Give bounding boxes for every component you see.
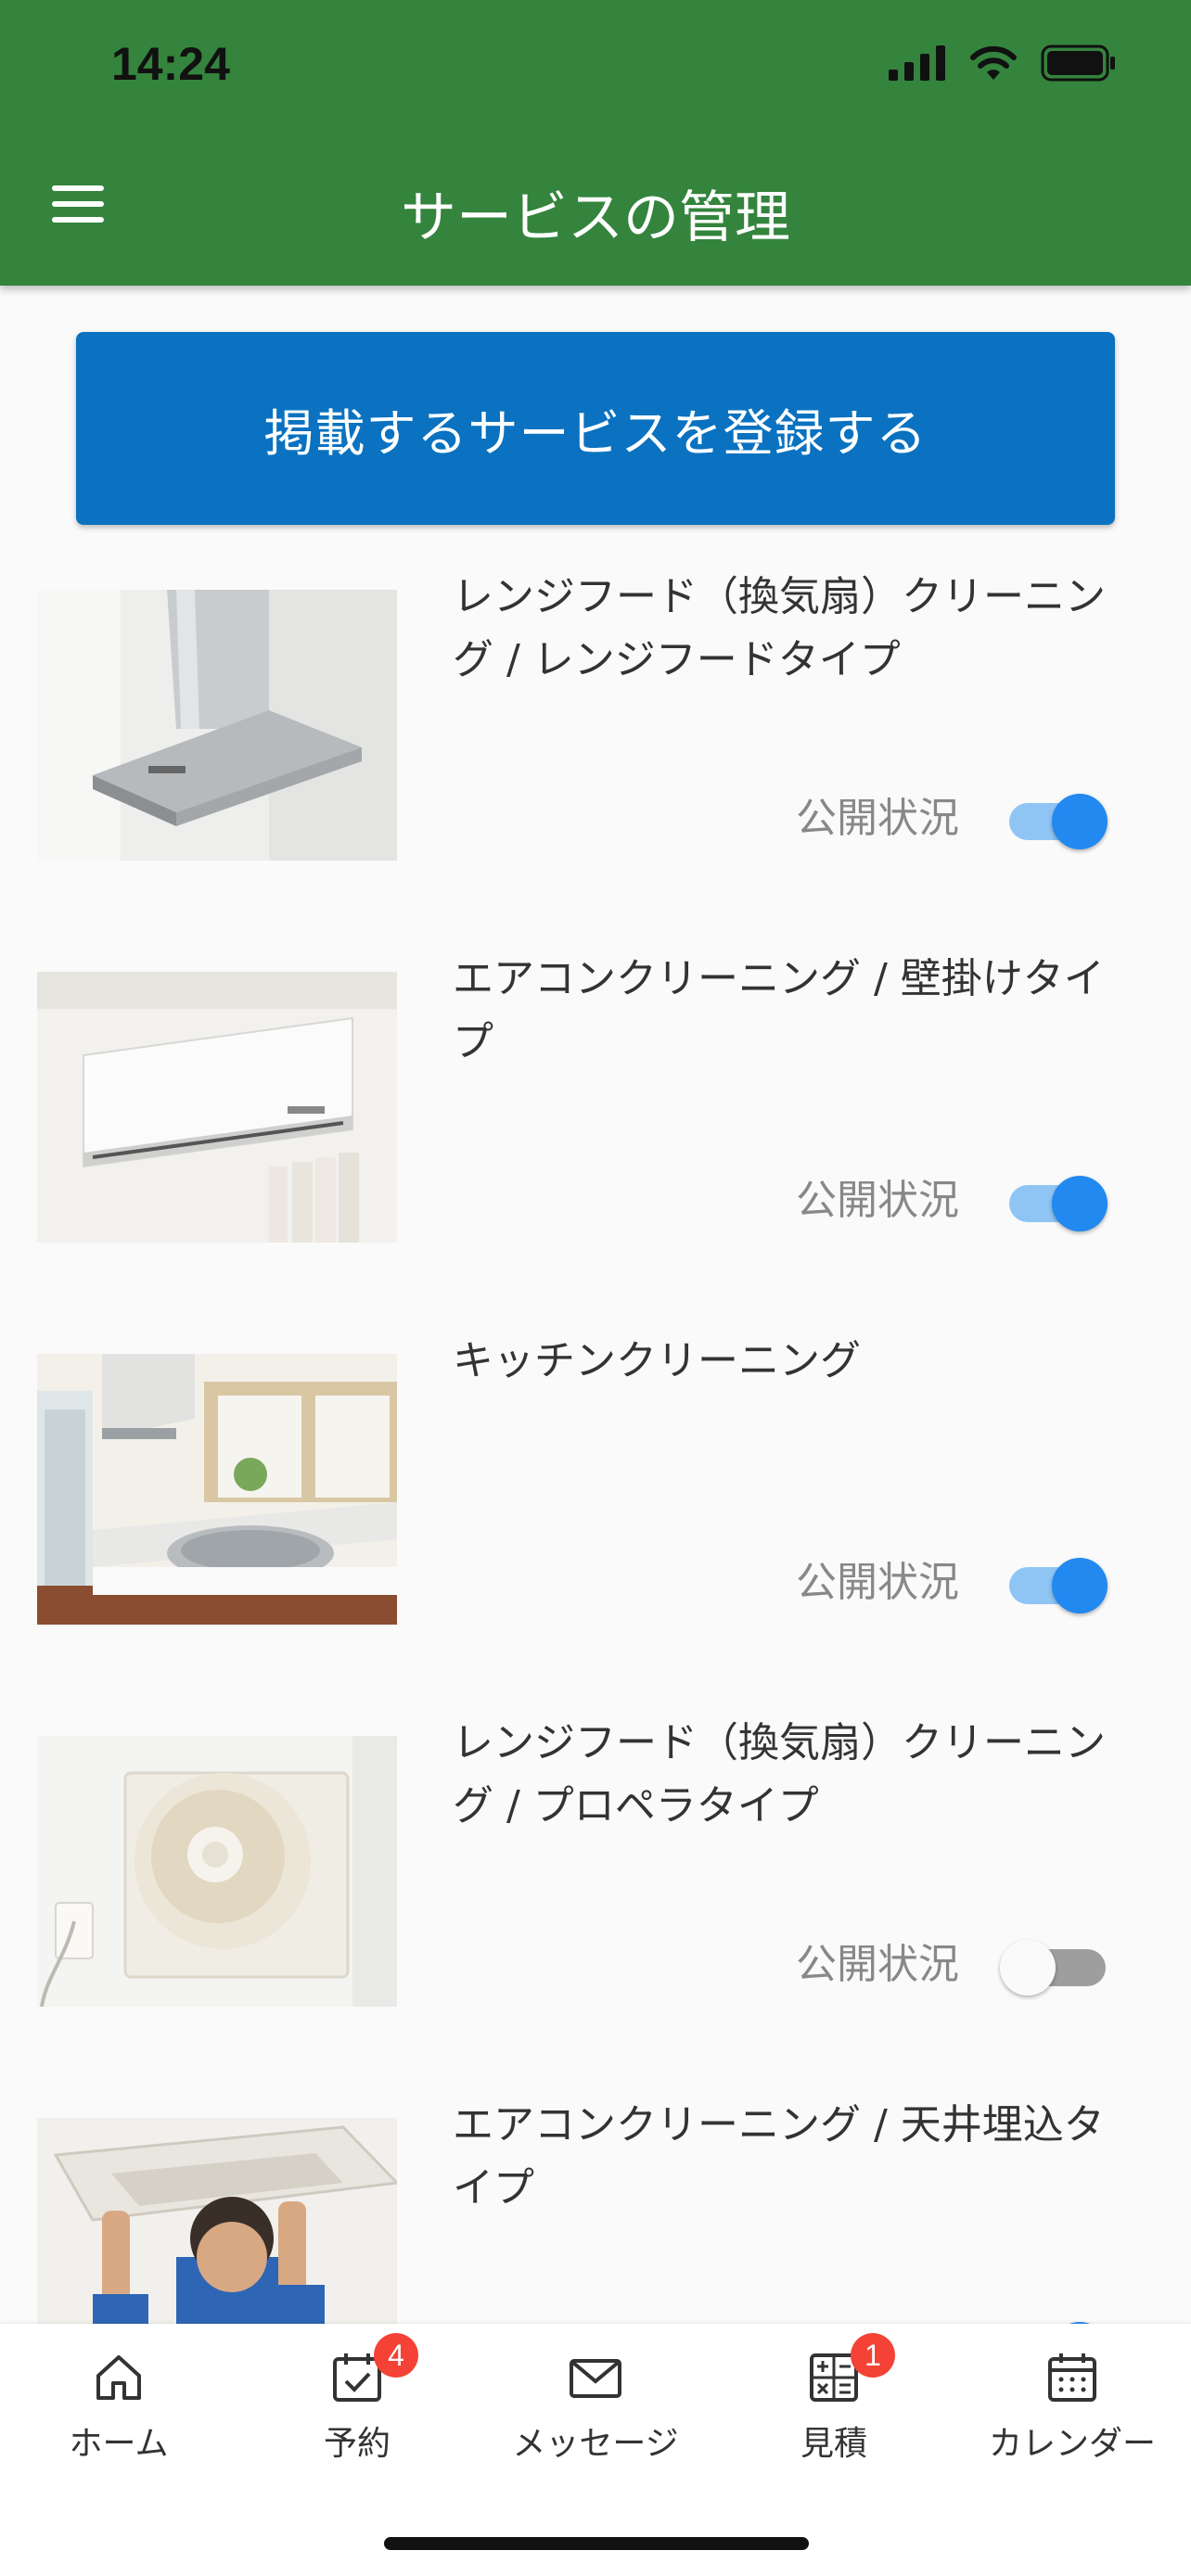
nav-estimate[interactable]: 1 見積	[715, 2324, 953, 2491]
wifi-icon	[970, 45, 1017, 80]
publish-toggle[interactable]	[1000, 1938, 1109, 1996]
service-title: レンジフード（換気扇）クリーニング / プロペラタイプ	[453, 1719, 1106, 1830]
calendar-icon	[1048, 2353, 1096, 2402]
publish-status-label: 公開状況	[796, 795, 959, 842]
publish-toggle[interactable]	[1007, 792, 1109, 849]
publish-status-label: 公開状況	[796, 1941, 959, 1988]
service-item[interactable]: キッチンクリーニング 公開状況	[0, 1337, 1191, 1736]
kitchen-image	[37, 1354, 397, 1625]
mail-icon	[570, 2359, 621, 2398]
status-icons	[889, 45, 1117, 82]
nav-label: カレンダー	[988, 2425, 1156, 2463]
nav-label: ホーム	[69, 2425, 169, 2463]
service-item[interactable]: レンジフード（換気扇）クリーニング / レンジフードタイプ 公開状況	[0, 573, 1191, 972]
publish-status-label: 公開状況	[796, 1177, 959, 1224]
service-item[interactable]: レンジフード（換気扇）クリーニング / プロペラタイプ 公開状況	[0, 1719, 1191, 2118]
app-header: 14:24 サービスの管理	[0, 0, 1191, 286]
service-title: エアコンクリーニング / 天井埋込タイプ	[453, 2101, 1105, 2212]
propeller-fan-image	[37, 1736, 397, 2007]
nav-label: 予約	[323, 2425, 391, 2463]
reservation-badge: 4	[374, 2333, 418, 2378]
service-title: エアコンクリーニング / 壁掛けタイプ	[453, 955, 1105, 1065]
home-indicator[interactable]	[384, 2537, 809, 2550]
nav-label: 見積	[800, 2425, 867, 2463]
nav-reservation[interactable]: 4 予約	[238, 2324, 476, 2491]
home-icon	[96, 2355, 141, 2400]
wall-air-conditioner-image	[37, 972, 397, 1243]
register-service-button[interactable]: 掲載するサービスを登録する	[76, 332, 1115, 525]
publish-toggle[interactable]	[1007, 1556, 1109, 1613]
nav-message[interactable]: メッセージ	[477, 2324, 714, 2491]
service-title: キッチンクリーニング	[453, 1337, 861, 1384]
page-title: サービスの管理	[401, 185, 790, 250]
service-item[interactable]: エアコンクリーニング / 壁掛けタイプ 公開状況	[0, 955, 1191, 1354]
publish-status-label: 公開状況	[796, 1559, 959, 1606]
service-title: レンジフード（換気扇）クリーニング / レンジフードタイプ	[453, 573, 1106, 683]
nav-label: メッセージ	[512, 2425, 679, 2463]
publish-toggle[interactable]	[1007, 1174, 1109, 1231]
battery-icon	[1041, 45, 1115, 82]
signal-icon	[889, 45, 945, 81]
nav-calendar[interactable]: カレンダー	[954, 2324, 1191, 2491]
nav-home[interactable]: ホーム	[0, 2324, 237, 2491]
estimate-badge: 1	[851, 2333, 895, 2378]
status-time: 14:24	[111, 38, 230, 90]
range-hood-image	[37, 590, 397, 861]
